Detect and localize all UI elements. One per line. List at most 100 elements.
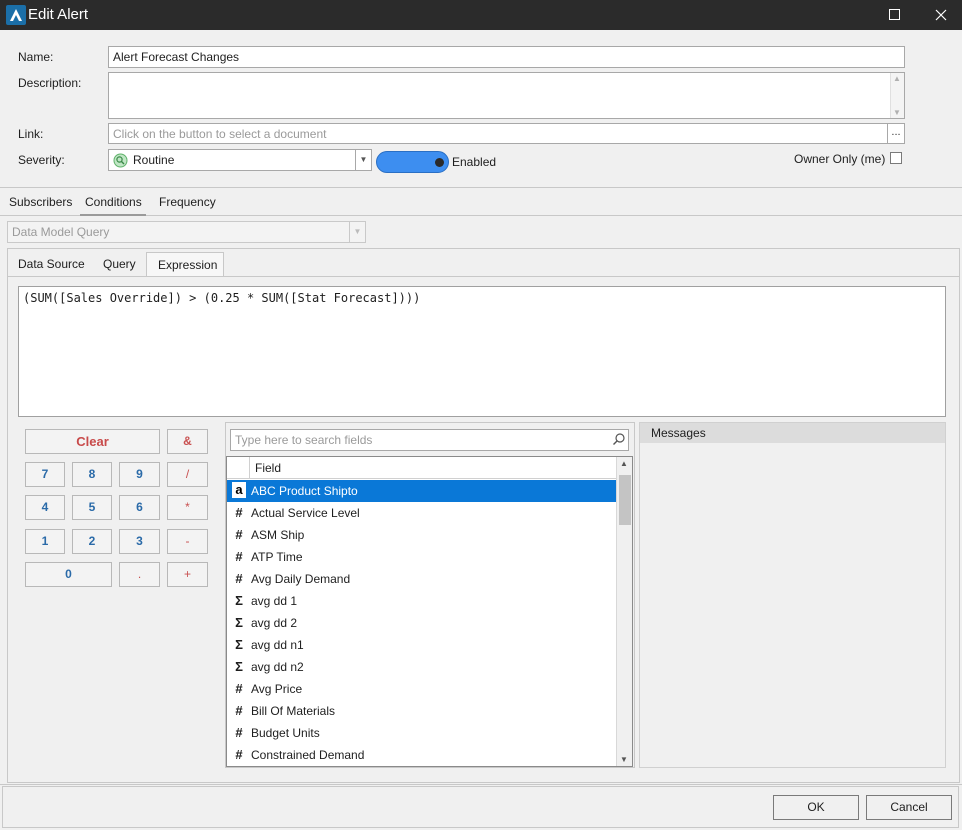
description-label: Description: [18, 76, 82, 90]
expression-editor[interactable]: (SUM([Sales Override]) > (0.25 * SUM([St… [18, 286, 946, 417]
digit-8-button[interactable]: 8 [72, 462, 112, 487]
scroll-up-icon[interactable]: ▲ [893, 74, 901, 83]
digit-1-button[interactable]: 1 [25, 529, 65, 554]
messages-panel: Messages [639, 422, 946, 768]
field-name: avg dd n1 [251, 638, 304, 652]
tab-data-source[interactable]: Data Source [18, 252, 85, 276]
section-divider [0, 187, 962, 188]
digit-5-button[interactable]: 5 [72, 495, 112, 520]
scroll-down-icon[interactable]: ▼ [893, 108, 901, 117]
scroll-up-icon[interactable]: ▲ [620, 459, 628, 468]
field-row[interactable]: Σavg dd n1 [227, 634, 616, 656]
decimal-point-button[interactable]: . [119, 562, 160, 587]
description-scrollbar[interactable]: ▲ ▼ [890, 73, 904, 118]
digit-6-button[interactable]: 6 [119, 495, 160, 520]
digit-7-button[interactable]: 7 [25, 462, 65, 487]
field-row[interactable]: a ABC Product Shipto [227, 480, 616, 502]
plus-button[interactable]: + [167, 562, 208, 587]
ampersand-button[interactable]: & [167, 429, 208, 454]
close-icon [935, 9, 947, 21]
field-row[interactable]: # Bill Of Materials [227, 700, 616, 722]
enabled-label: Enabled [452, 155, 497, 169]
scroll-thumb[interactable] [619, 475, 631, 525]
field-name: Budget Units [251, 726, 320, 740]
field-row[interactable]: # Actual Service Level [227, 502, 616, 524]
routine-severity-icon [113, 153, 128, 168]
number-type-icon: # [235, 549, 243, 564]
field-name: avg dd 1 [251, 594, 298, 608]
link-input[interactable]: Click on the button to select a document [108, 123, 888, 144]
chevron-down-icon: ▼ [349, 222, 365, 242]
tab-conditions[interactable]: Conditions [85, 195, 142, 209]
number-type-icon: # [235, 703, 243, 718]
severity-label: Severity: [18, 153, 65, 167]
tab-expression[interactable]: Expression [146, 252, 224, 276]
title-bar: Edit Alert [0, 0, 962, 30]
field-column-header[interactable]: Field [249, 457, 616, 479]
field-row[interactable]: Σavg dd 2 [227, 612, 616, 634]
field-row[interactable]: # Budget Units [227, 722, 616, 744]
chevron-down-icon[interactable]: ▼ [355, 150, 371, 170]
digit-4-button[interactable]: 4 [25, 495, 65, 520]
field-row[interactable]: # ATP Time [227, 546, 616, 568]
grid-header: Field [227, 457, 616, 479]
field-name: avg dd n2 [251, 660, 304, 674]
active-tab-indicator [80, 214, 146, 216]
sum-type-icon: Σ [235, 593, 243, 608]
ok-button[interactable]: OK [773, 795, 859, 820]
digit-9-button[interactable]: 9 [119, 462, 160, 487]
number-type-icon: # [235, 505, 243, 520]
link-placeholder: Click on the button to select a document [113, 127, 327, 141]
digit-3-button[interactable]: 3 [119, 529, 160, 554]
name-label: Name: [18, 50, 54, 64]
digit-2-button[interactable]: 2 [72, 529, 112, 554]
number-type-icon: # [235, 725, 243, 740]
maximize-button[interactable] [872, 0, 918, 30]
minus-button[interactable]: - [167, 529, 208, 554]
description-textarea[interactable]: ▲ ▼ [108, 72, 905, 119]
number-type-icon: # [235, 747, 243, 762]
field-name: Avg Daily Demand [251, 572, 351, 586]
field-row[interactable]: Σavg dd 1 [227, 590, 616, 612]
field-row[interactable]: # Avg Daily Demand [227, 568, 616, 590]
severity-dropdown[interactable]: Routine ▼ [108, 149, 372, 171]
field-name: Constrained Demand [251, 748, 365, 762]
maximize-icon [889, 9, 900, 20]
clear-button[interactable]: Clear [25, 429, 160, 454]
field-name: avg dd 2 [251, 616, 298, 630]
enabled-toggle[interactable] [376, 151, 449, 173]
field-name: Bill Of Materials [251, 704, 336, 718]
multiply-button[interactable]: * [167, 495, 208, 520]
sum-type-icon: Σ [235, 615, 243, 630]
field-search-input[interactable]: Type here to search fields [230, 429, 629, 451]
field-row[interactable]: # Avg Price [227, 678, 616, 700]
scroll-down-icon[interactable]: ▼ [620, 755, 628, 764]
digit-0-button[interactable]: 0 [25, 562, 112, 587]
app-logo-icon [6, 5, 26, 25]
field-row[interactable]: # Constrained Demand [227, 744, 616, 766]
divide-button[interactable]: / [167, 462, 208, 487]
fields-grid: Field a ABC Product Shipto # Actual Service… [226, 456, 633, 767]
name-input[interactable]: Alert Forecast Changes [108, 46, 905, 68]
close-button[interactable] [918, 0, 962, 30]
field-row[interactable]: # ASM Ship [227, 524, 616, 546]
field-name: Actual Service Level [251, 506, 360, 520]
owner-only-checkbox[interactable] [890, 152, 902, 164]
field-name: ABC Product Shipto [251, 484, 358, 498]
search-icon[interactable] [612, 432, 626, 446]
cancel-button[interactable]: Cancel [866, 795, 952, 820]
tab-subscribers[interactable]: Subscribers [9, 195, 72, 209]
tab-frequency[interactable]: Frequency [159, 195, 216, 209]
field-name: ATP Time [251, 550, 303, 564]
field-name: Avg Price [251, 682, 303, 696]
messages-title: Messages [640, 423, 945, 443]
fields-scrollbar[interactable]: ▲ ▼ [616, 457, 632, 766]
tab-query[interactable]: Query [103, 252, 136, 276]
footer-divider [0, 784, 962, 785]
sum-type-icon: Σ [235, 637, 243, 652]
query-type-dropdown[interactable]: Data Model Query ▼ [7, 221, 366, 243]
field-row[interactable]: Σavg dd n2 [227, 656, 616, 678]
severity-value: Routine [133, 153, 175, 167]
subtab-strip-line [8, 276, 959, 277]
browse-document-button[interactable]: ... [887, 123, 905, 144]
